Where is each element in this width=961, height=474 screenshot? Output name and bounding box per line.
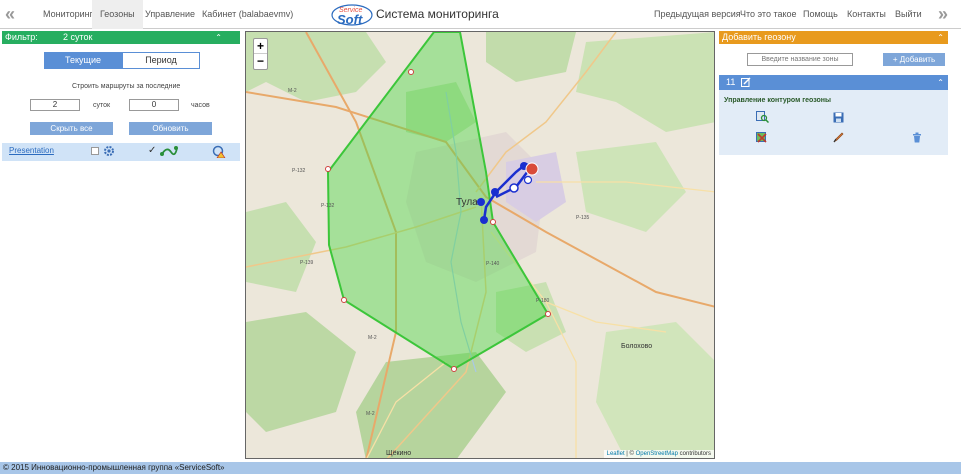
route-point[interactable] xyxy=(477,198,485,206)
map-label-shchekino: Щёкино xyxy=(386,450,411,457)
top-navbar: « Мониторинг Геозоны Управление Кабинет … xyxy=(0,0,961,29)
tab-period[interactable]: Период xyxy=(122,52,200,69)
zone-id: 11 xyxy=(726,77,736,87)
trash-icon[interactable] xyxy=(912,132,922,143)
plus-icon: + xyxy=(892,55,900,64)
road-label: Р-139 xyxy=(300,260,314,266)
add-zone-button[interactable]: + Добавить xyxy=(883,53,945,66)
zone-header[interactable]: 11 ⌃ xyxy=(719,75,948,90)
edit-icon[interactable] xyxy=(741,77,751,87)
geozone-panel: Добавить геозону ⌃ Введите название зоны… xyxy=(719,31,948,155)
add-geozone-title: Добавить геозону xyxy=(722,32,796,42)
draw-pen-icon[interactable] xyxy=(833,132,844,143)
contour-title: Управление контуром геозоны xyxy=(724,97,831,104)
days-input[interactable]: 2 xyxy=(30,99,80,111)
zone-editor: 11 ⌃ Управление контуром геозоны xyxy=(719,75,948,155)
days-unit-label: суток xyxy=(93,102,111,109)
map-canvas[interactable]: Тула Болохово Щёкино Р-132 Р-132 Р-139 Р… xyxy=(246,32,715,459)
route-icon[interactable] xyxy=(159,145,179,157)
road-label: М-2 xyxy=(288,88,297,94)
add-zone-label: Добавить xyxy=(899,55,936,64)
zone-name-input[interactable]: Введите название зоны xyxy=(747,53,853,66)
alert-icon[interactable] xyxy=(212,145,226,158)
map-attribution: Leaflet | © OpenStreetMap contributors xyxy=(603,450,714,458)
road-label: Р-135 xyxy=(576,215,590,221)
period-toggle: Текущие Период xyxy=(44,52,200,69)
map-view[interactable]: Тула Болохово Щёкино Р-132 Р-132 Р-139 Р… xyxy=(245,31,715,459)
nav-item-what-is-it[interactable]: Что это такое xyxy=(732,0,805,29)
filter-label: Фильтр: xyxy=(5,32,38,42)
osm-link[interactable]: OpenStreetMap xyxy=(636,451,678,457)
tab-current[interactable]: Текущие xyxy=(44,52,122,69)
chevron-up-icon[interactable]: ⌃ xyxy=(937,31,944,44)
svg-text:Soft: Soft xyxy=(337,12,363,27)
nav-item-logout[interactable]: Выйти xyxy=(887,0,930,29)
routes-label: Строить маршруты за последние xyxy=(72,83,181,90)
route-point[interactable] xyxy=(509,183,519,193)
filter-period: 2 суток xyxy=(63,32,93,42)
clear-contour-icon[interactable] xyxy=(756,132,768,144)
leaflet-link[interactable]: Leaflet xyxy=(607,451,625,457)
attribution-tail: contributors xyxy=(677,451,711,457)
route-checkmark-icon[interactable]: ✓ xyxy=(148,145,156,156)
zoom-out-button[interactable]: − xyxy=(254,54,267,69)
road-label: Р-132 xyxy=(292,168,306,174)
hide-all-button[interactable]: Скрыть все xyxy=(30,122,113,135)
footer: © 2015 Инновационно-промышленная группа … xyxy=(0,462,961,474)
road-label: Р-140 xyxy=(486,261,500,267)
nav-item-contacts[interactable]: Контакты xyxy=(839,0,894,29)
filter-header[interactable]: Фильтр: 2 суток ⌃ xyxy=(2,31,240,44)
chevron-up-icon[interactable]: ⌃ xyxy=(937,75,944,90)
road-label: Р-132 xyxy=(321,203,335,209)
hours-unit-label: часов xyxy=(191,102,210,109)
save-icon[interactable] xyxy=(833,112,844,123)
vehicle-marker-icon[interactable] xyxy=(525,162,539,176)
nav-back-icon[interactable]: « xyxy=(5,5,25,23)
app-title: Система мониторинга xyxy=(376,7,499,21)
servicesoft-logo: Service Soft xyxy=(330,2,374,27)
attribution-separator: | © xyxy=(624,451,636,457)
route-point[interactable] xyxy=(480,216,488,224)
road-label: М-2 xyxy=(368,335,377,341)
filter-panel: Фильтр: 2 суток ⌃ Текущие Период Строить… xyxy=(2,31,240,161)
visibility-checkbox[interactable] xyxy=(91,147,99,155)
map-label-city: Тула xyxy=(456,197,478,208)
nav-item-cabinet[interactable]: Кабинет (balabaevmv) xyxy=(194,0,301,29)
road-label: Р-180 xyxy=(536,298,550,304)
zoom-to-zone-icon[interactable] xyxy=(756,111,769,123)
presentation-row: Presentation ✓ xyxy=(2,143,240,161)
zoom-control: + − xyxy=(253,38,268,70)
presentation-link[interactable]: Presentation xyxy=(9,146,54,155)
road-label: М-2 xyxy=(366,411,375,417)
nav-forward-icon[interactable]: » xyxy=(938,5,958,23)
zoom-in-button[interactable]: + xyxy=(254,39,267,54)
add-geozone-header[interactable]: Добавить геозону ⌃ xyxy=(719,31,948,44)
hours-input[interactable]: 0 xyxy=(129,99,179,111)
settings-gear-icon[interactable] xyxy=(103,145,115,157)
route-point[interactable] xyxy=(491,188,499,196)
refresh-button[interactable]: Обновить xyxy=(129,122,212,135)
map-label-bolokhovo: Болохово xyxy=(621,343,652,350)
nav-item-geozones[interactable]: Геозоны xyxy=(92,0,143,29)
route-point[interactable] xyxy=(523,175,533,185)
chevron-up-icon[interactable]: ⌃ xyxy=(215,31,222,44)
